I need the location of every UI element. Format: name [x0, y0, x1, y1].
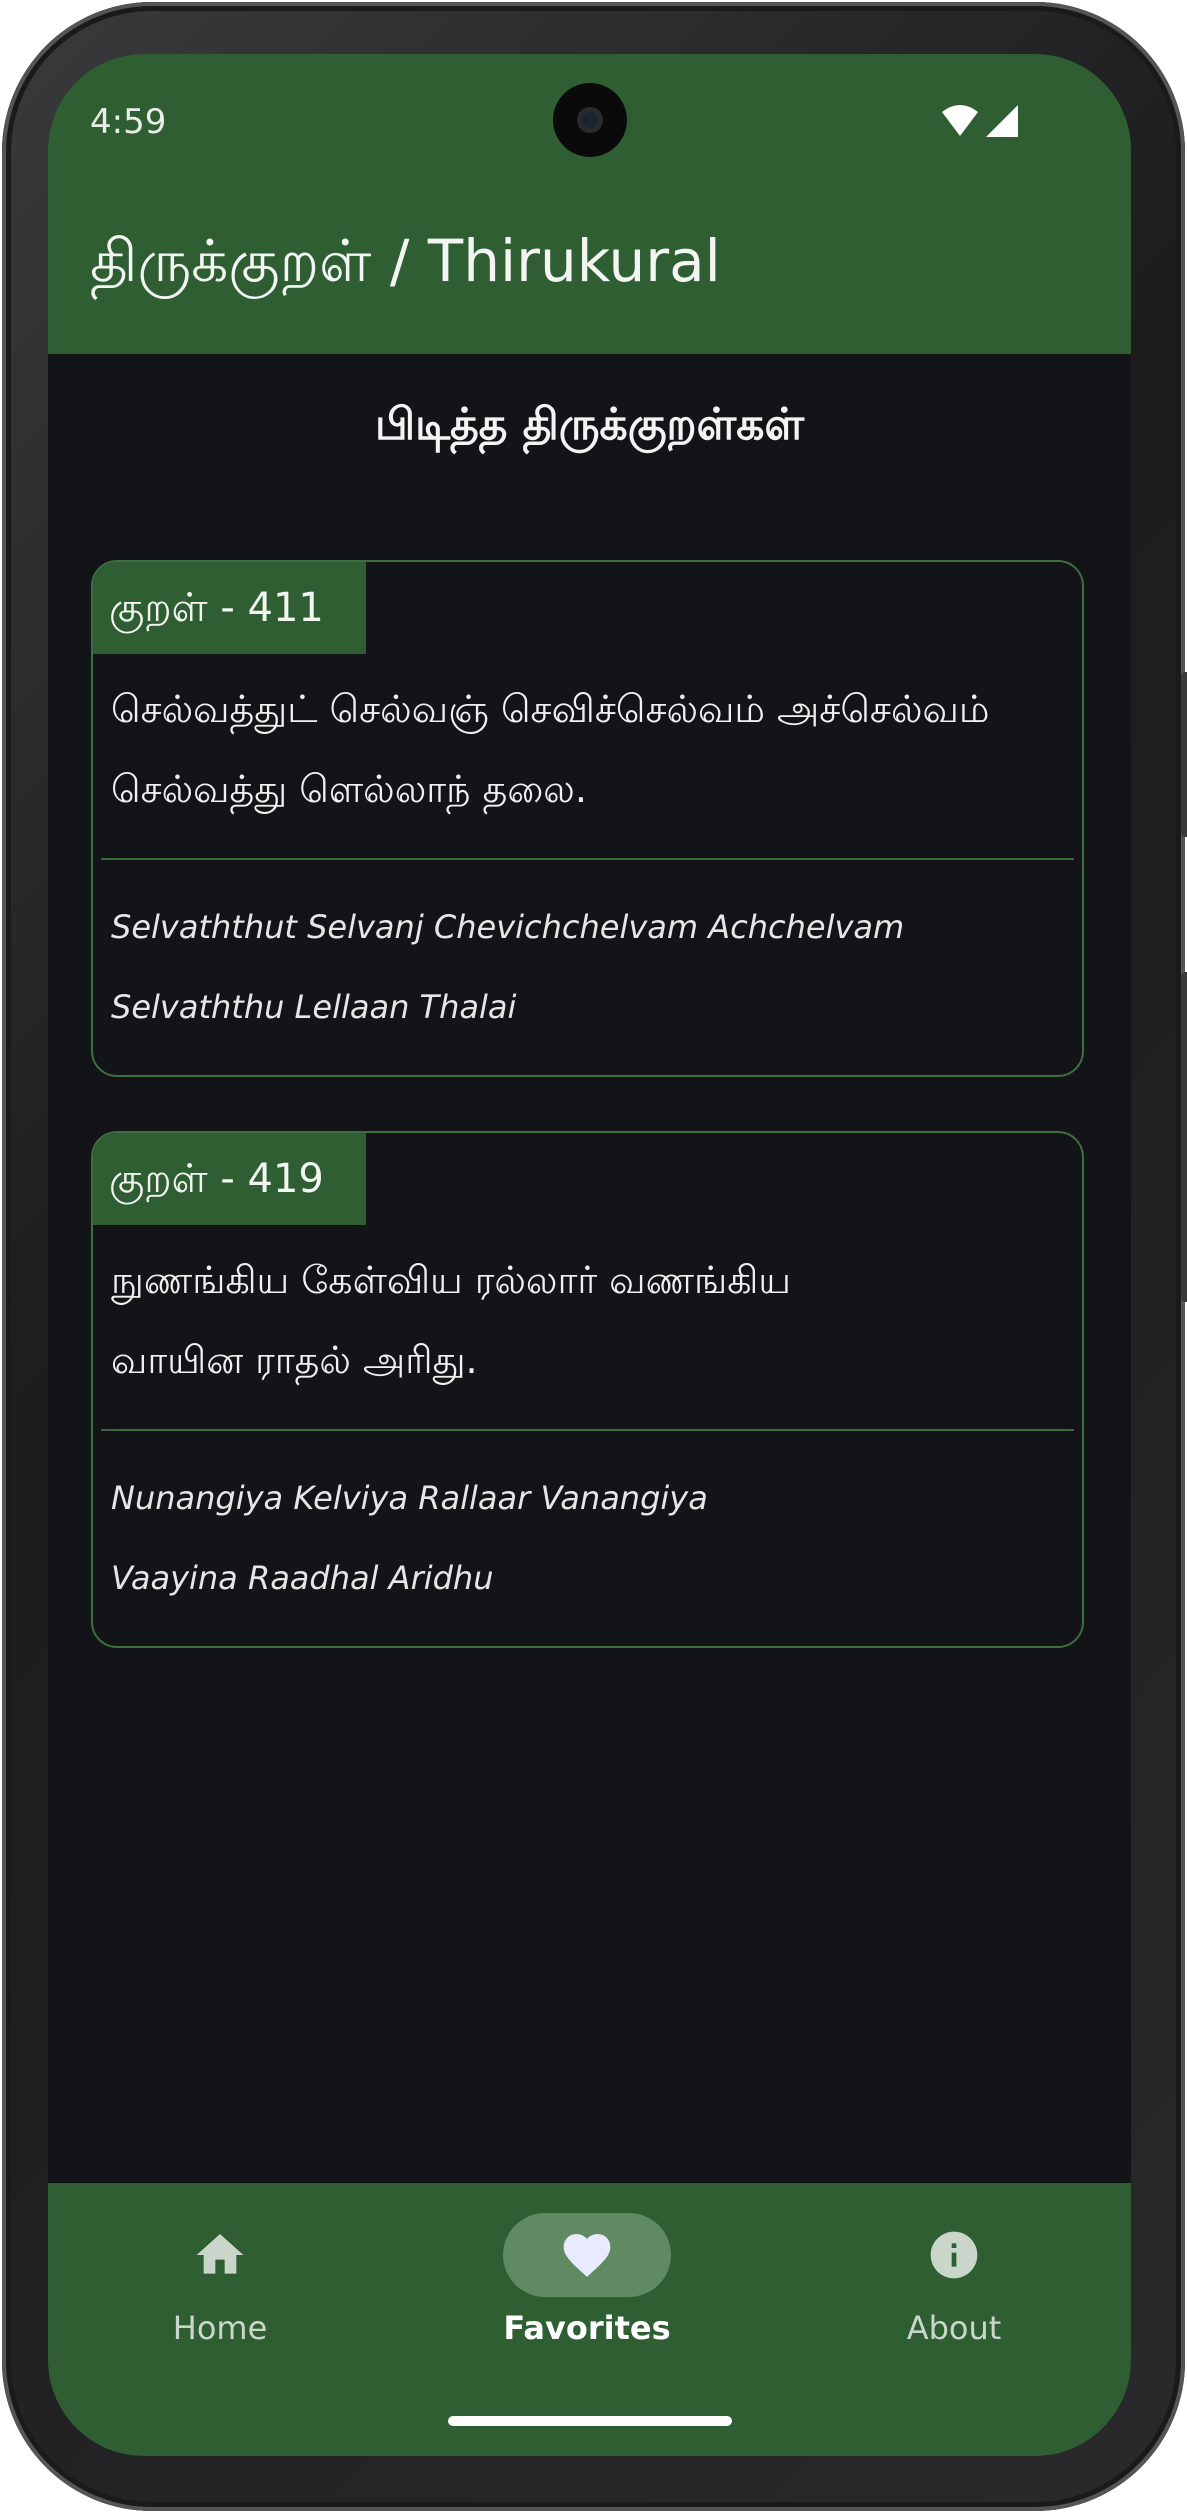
home-icon — [196, 2234, 244, 2274]
nav-icon-container-selected — [503, 2213, 671, 2297]
front-camera — [553, 83, 627, 157]
kural-tamil-line: செல்வத்து ளெல்லாந் தலை. — [111, 767, 587, 811]
device: 4:59 திருக்குறள் / Thirukural பிடித்த தி… — [0, 0, 1187, 2513]
kural-transliteration-line: Nunangiya Kelviya Rallaar Vanangiya — [111, 1479, 708, 1517]
kural-number-badge: குறள் - 411 — [93, 562, 366, 654]
nav-label-about: About — [906, 2309, 1002, 2347]
screen: 4:59 திருக்குறள் / Thirukural பிடித்த தி… — [48, 54, 1131, 2456]
kural-number-badge: குறள் - 419 — [93, 1133, 366, 1225]
kural-transliteration-line: Vaayina Raadhal Aridhu — [111, 1559, 494, 1597]
card-divider — [101, 1429, 1074, 1431]
bottom-navigation: Home Favorites About — [48, 2183, 1131, 2456]
kural-transliteration-line: Selvaththut Selvanj Chevichchelvam Achch… — [111, 908, 905, 946]
nav-item-home[interactable]: Home — [70, 2183, 370, 2383]
kural-card[interactable]: குறள் - 411 செல்வத்துட் செல்வஞ் செவிச்செ… — [91, 560, 1084, 1077]
heart-icon — [563, 2234, 611, 2277]
status-icons — [940, 102, 1020, 140]
nav-icon-container — [870, 2213, 1038, 2297]
kural-tamil-line: செல்வத்துட் செல்வஞ் செவிச்செல்வம் அச்செல… — [111, 687, 990, 731]
power-button — [1181, 672, 1187, 837]
card-divider — [101, 858, 1074, 860]
nav-item-favorites[interactable]: Favorites — [437, 2183, 737, 2383]
kural-tamil-line: வாயின ராதல் அரிது. — [111, 1338, 478, 1382]
kural-card[interactable]: குறள் - 419 நுணங்கிய கேள்விய ரல்லார் வணங… — [91, 1131, 1084, 1648]
nav-label-favorites: Favorites — [503, 2309, 671, 2347]
kural-tamil-line: நுணங்கிய கேள்விய ரல்லார் வணங்கிய — [111, 1258, 791, 1302]
info-icon — [930, 2231, 978, 2279]
wifi-icon — [942, 105, 978, 136]
status-time: 4:59 — [90, 102, 167, 142]
cellular-signal-icon — [986, 105, 1018, 137]
gesture-home-indicator[interactable] — [448, 2416, 732, 2426]
page-heading: பிடித்த திருக்குறள்கள் — [374, 399, 805, 450]
app-bar: 4:59 திருக்குறள் / Thirukural — [48, 54, 1131, 354]
app-title: திருக்குறள் / Thirukural — [90, 227, 721, 295]
nav-label-home: Home — [172, 2309, 268, 2347]
kural-transliteration-line: Selvaththu Lellaan Thalai — [111, 988, 517, 1026]
volume-button — [1181, 972, 1187, 1302]
nav-item-about[interactable]: About — [804, 2183, 1104, 2383]
nav-icon-container — [136, 2213, 304, 2297]
